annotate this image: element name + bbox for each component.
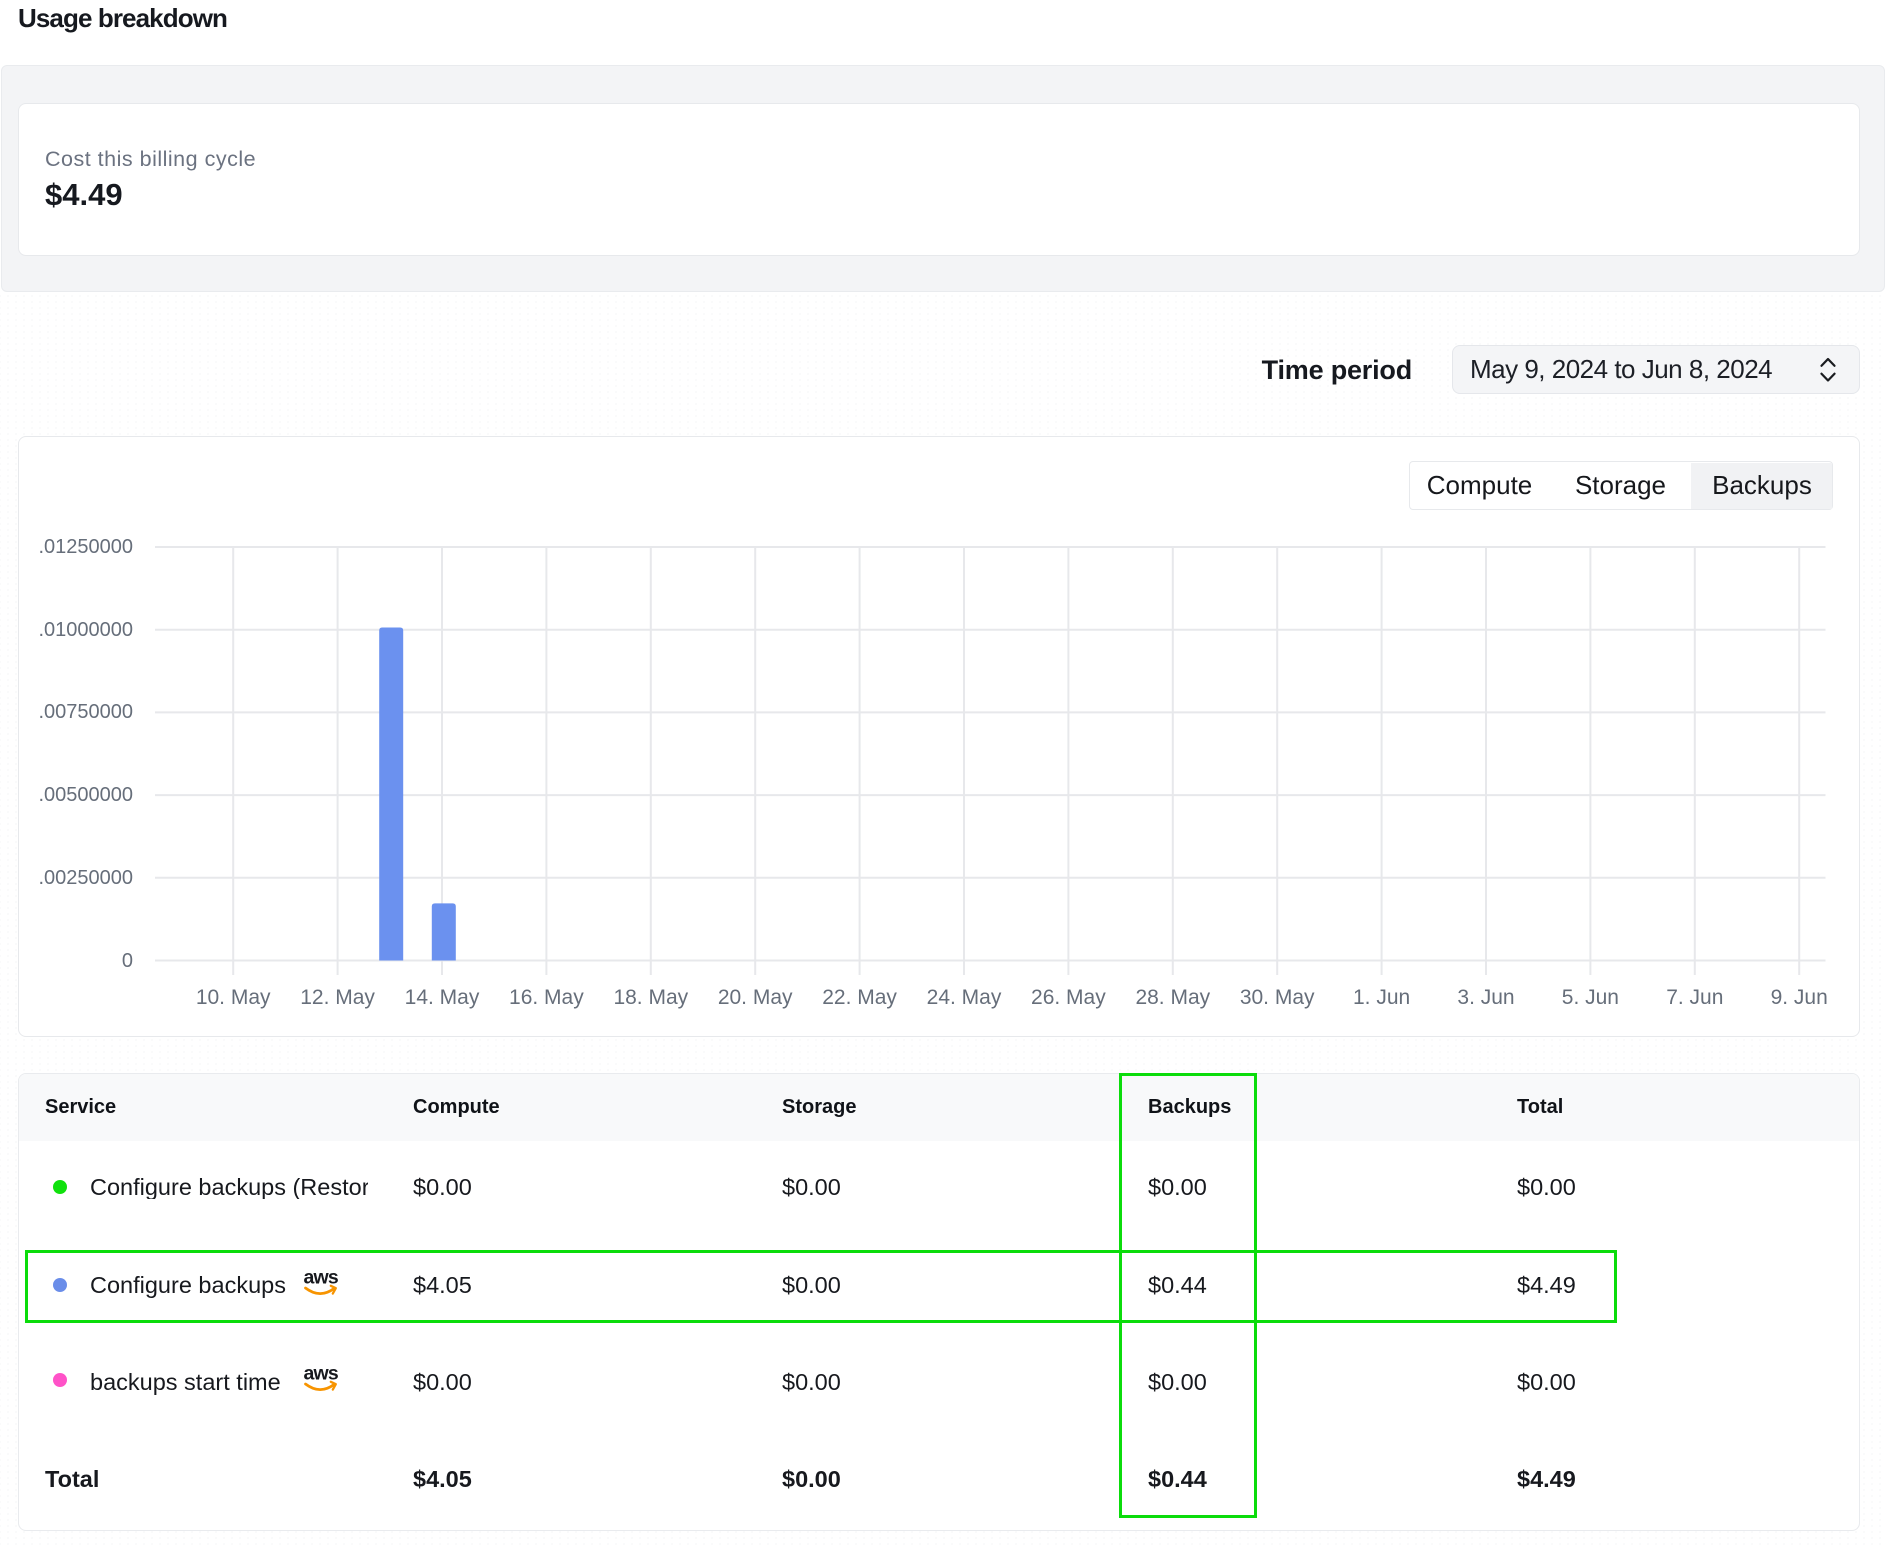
svg-text:aws: aws (304, 1363, 339, 1385)
